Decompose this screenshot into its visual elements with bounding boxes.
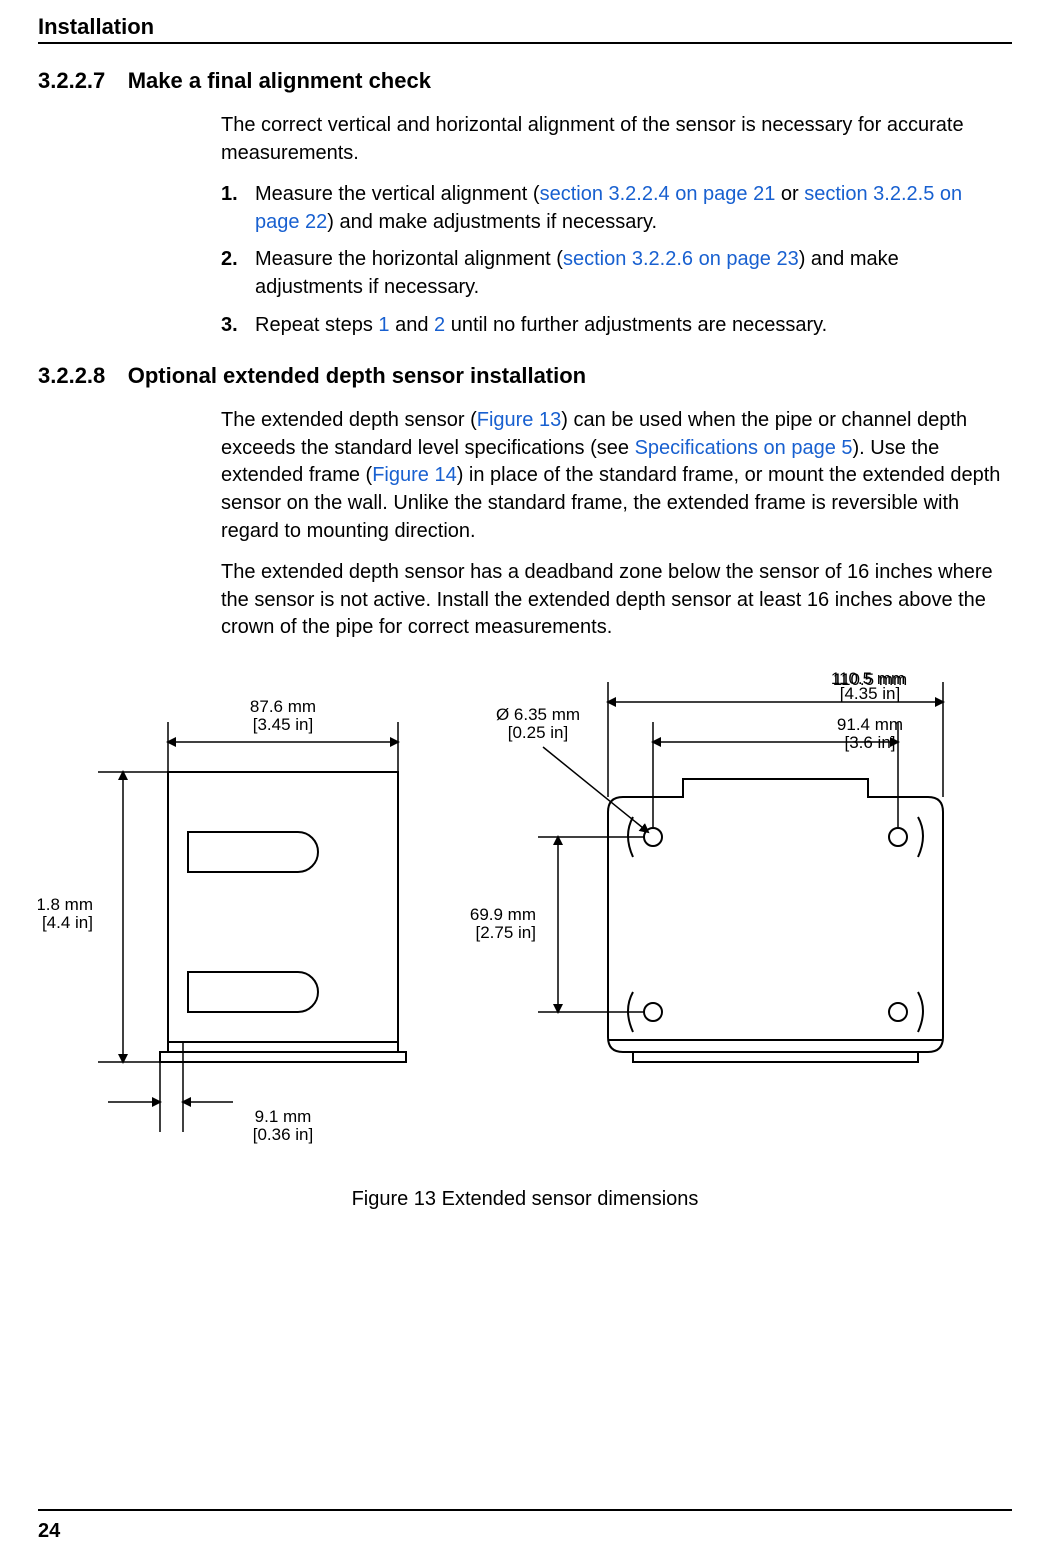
- xref-link[interactable]: section 3.2.2.4 on page 21: [540, 183, 776, 205]
- dim-hole-dia-mm: Ø 6.35 mm: [496, 705, 580, 724]
- text: and: [390, 314, 434, 336]
- figure-13: 87.6 mm [3.45 in] 111.8 mm [4.4 in]: [38, 672, 1012, 1211]
- xref-link[interactable]: Figure 13: [477, 409, 562, 431]
- content: 3.2.2.7 Make a final alignment check The…: [38, 68, 1012, 1211]
- section2-para1: The extended depth sensor (Figure 13) ca…: [221, 407, 1012, 545]
- xref-link[interactable]: 1: [378, 314, 389, 336]
- step-num: 2.: [221, 246, 238, 274]
- footer-rule: [38, 1509, 1012, 1511]
- section-title: Make a final alignment check: [128, 68, 431, 94]
- dim-bottom-in: [0.36 in]: [253, 1125, 314, 1144]
- xref-link[interactable]: 2: [434, 314, 445, 336]
- section-heading-2: 3.2.2.8 Optional extended depth sensor i…: [38, 363, 1012, 389]
- step-2: 2. Measure the horizontal alignment (sec…: [221, 246, 1012, 301]
- section1-body: The correct vertical and horizontal alig…: [221, 112, 1012, 339]
- text: Measure the vertical alignment (: [255, 183, 540, 205]
- page-number: 24: [38, 1520, 60, 1543]
- section1-intro: The correct vertical and horizontal alig…: [221, 112, 1012, 167]
- steps-list: 1. Measure the vertical alignment (secti…: [221, 181, 1012, 339]
- t-hh-in: [3.6 in]: [844, 733, 895, 752]
- step-num: 1.: [221, 181, 238, 209]
- dim-hole-v-in: [2.75 in]: [476, 923, 537, 942]
- text: until no further adjustments are necessa…: [445, 314, 827, 336]
- dim-width-top-in: [3.45 in]: [253, 715, 314, 734]
- dim-hole-v-mm: 69.9 mm: [470, 905, 536, 924]
- step-1: 1. Measure the vertical alignment (secti…: [221, 181, 1012, 236]
- header-title: Installation: [38, 14, 154, 39]
- text: Repeat steps: [255, 314, 378, 336]
- dim-height-mm: 111.8 mm: [38, 895, 93, 914]
- t-ow-in: [4.35 in]: [840, 684, 901, 703]
- text: The extended depth sensor (: [221, 409, 477, 431]
- section-number: 3.2.2.7: [38, 68, 105, 94]
- section-number: 3.2.2.8: [38, 363, 105, 389]
- header-rule: [38, 42, 1012, 44]
- dim-hole-dia-in: [0.25 in]: [508, 723, 569, 742]
- xref-link[interactable]: section 3.2.2.6 on page 23: [563, 248, 799, 270]
- section-heading-1: 3.2.2.7 Make a final alignment check: [38, 68, 1012, 94]
- figure-caption: Figure 13 Extended sensor dimensions: [38, 1188, 1012, 1211]
- figure-svg: 87.6 mm [3.45 in] 111.8 mm [4.4 in]: [38, 672, 1012, 1162]
- section-title: Optional extended depth sensor installat…: [128, 363, 586, 389]
- step-3: 3. Repeat steps 1 and 2 until no further…: [221, 312, 1012, 340]
- t-hh-mm: 91.4 mm: [837, 715, 903, 734]
- dim-bottom-mm: 9.1 mm: [255, 1107, 312, 1126]
- section2-body: The extended depth sensor (Figure 13) ca…: [221, 407, 1012, 642]
- dim-width-top-mm: 87.6 mm: [250, 697, 316, 716]
- text: ) and make adjustments if necessary.: [327, 211, 657, 233]
- section2-para2: The extended depth sensor has a deadband…: [221, 559, 1012, 642]
- xref-link[interactable]: Figure 14: [372, 464, 457, 486]
- running-header: Installation: [38, 14, 1012, 40]
- text: Measure the horizontal alignment (: [255, 248, 563, 270]
- dim-height-in: [4.4 in]: [42, 913, 93, 932]
- step-num: 3.: [221, 312, 238, 340]
- text: or: [775, 183, 804, 205]
- xref-link[interactable]: Specifications on page 5: [635, 437, 853, 459]
- page: Installation 3.2.2.7 Make a final alignm…: [0, 0, 1050, 1561]
